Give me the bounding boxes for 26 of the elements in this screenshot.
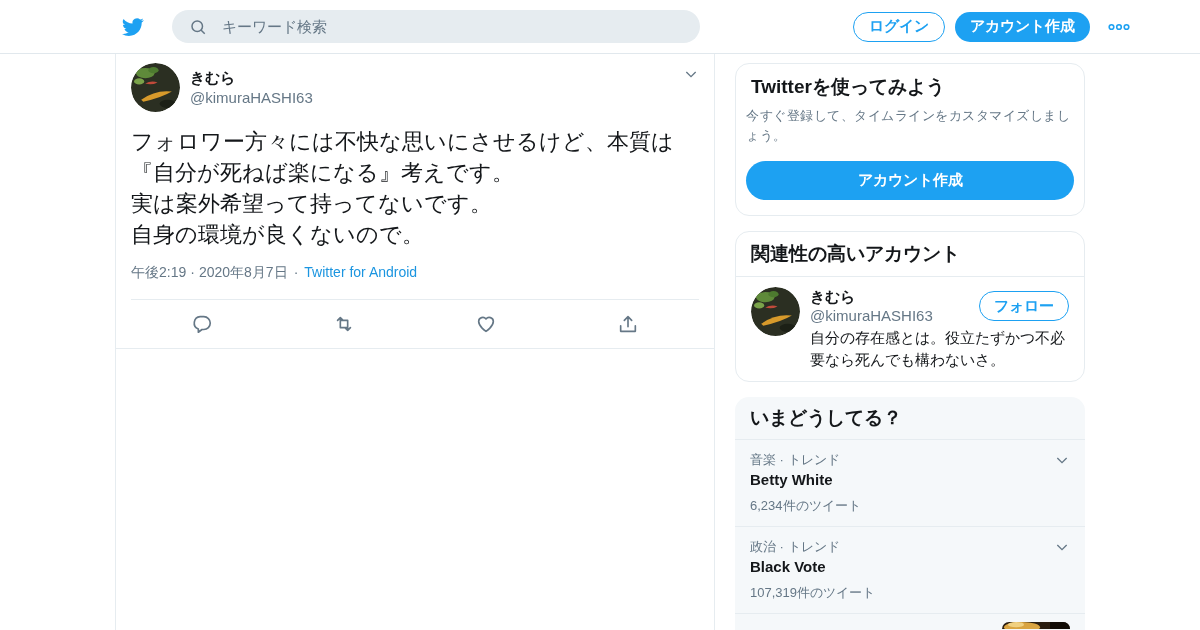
separator-dot: · bbox=[190, 263, 195, 282]
user-name[interactable]: きむら bbox=[190, 67, 313, 88]
user-handle[interactable]: @kimuraHASHI63 bbox=[190, 87, 313, 108]
separator-dot: · bbox=[293, 263, 299, 282]
signup-button[interactable]: アカウント作成 bbox=[955, 11, 1090, 42]
tweet-time[interactable]: 午後2:19 bbox=[131, 262, 187, 283]
tweet-count: 107,319件のツイート bbox=[750, 584, 875, 602]
tweet-text: フォロワー方々には不快な思いにさせるけど、本質は 『自分が死ねば楽になる』考えです。 実は案外希望って持ってないです。 自身の環境が良くないので。 bbox=[131, 128, 675, 249]
tweet-count: 6,234件のツイート bbox=[750, 497, 861, 515]
tweet-source-link[interactable]: Twitter for Android bbox=[304, 262, 418, 283]
trend-name: Betty White bbox=[750, 470, 833, 490]
card-title: いまどうしてる？ bbox=[735, 397, 1085, 440]
user-bio: 自分の存在感とは。役立たずかつ不必要なら死んでも構わないさ。 bbox=[810, 328, 1066, 370]
card-description: 今すぐ登録して、タイムラインをカスタマイズしましょう。 bbox=[746, 107, 1071, 145]
trend-name: Black Vote bbox=[750, 557, 826, 577]
card-title: Twitterを使ってみよう bbox=[750, 75, 946, 99]
signup-button[interactable]: アカウント作成 bbox=[746, 161, 1074, 200]
tweet-date[interactable]: 2020年8月7日 bbox=[198, 262, 288, 283]
trend-item[interactable]: 音楽 · トレンド Betty White 6,234件のツイート bbox=[735, 440, 1085, 527]
search-field[interactable]: キーワード検索 bbox=[172, 10, 700, 43]
user-handle[interactable]: @kimuraHASHI63 bbox=[810, 306, 933, 325]
user-name[interactable]: きむら bbox=[810, 287, 933, 306]
trend-context: 政治 · トレンド bbox=[750, 538, 840, 556]
trend-item[interactable]: 政治 · トレンド Black Vote 107,319件のツイート bbox=[735, 527, 1085, 614]
card-title: 関連性の高いアカウント bbox=[736, 232, 1084, 277]
trend-context: 音楽 · トレンド bbox=[750, 451, 840, 469]
